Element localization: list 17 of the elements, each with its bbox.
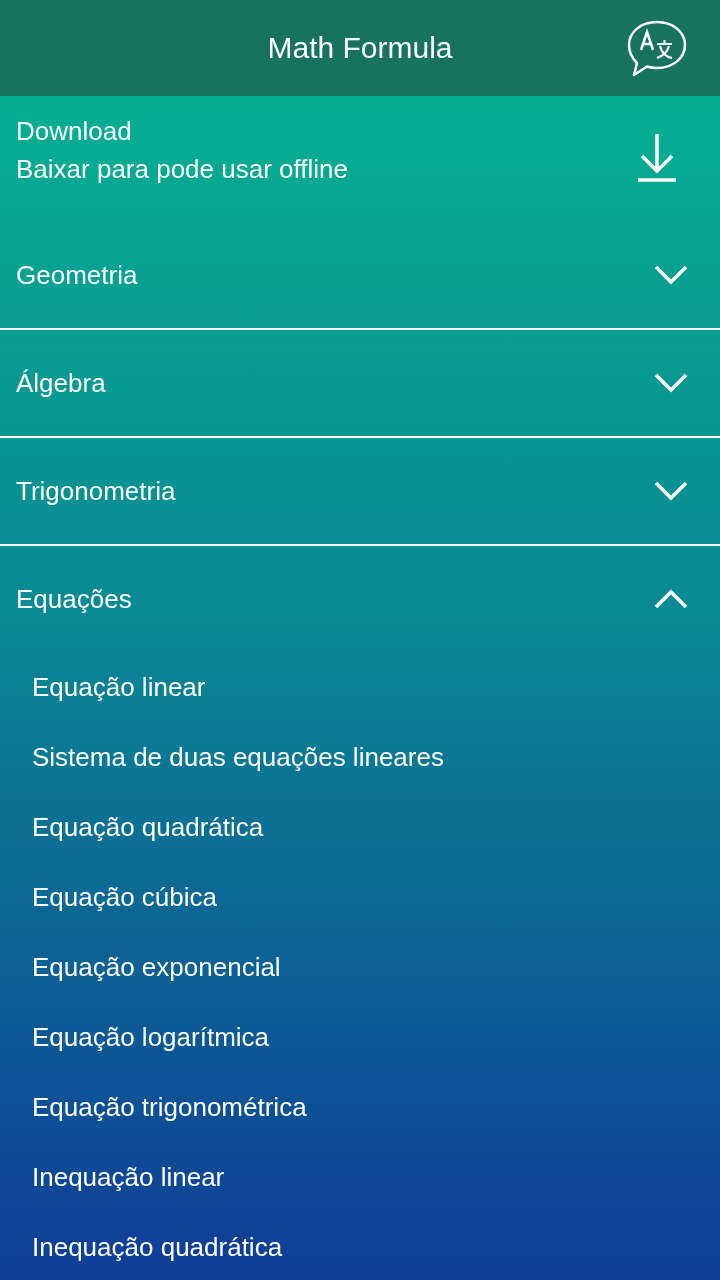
- download-button[interactable]: [638, 134, 676, 182]
- formula-item[interactable]: Inequação linear: [0, 1142, 720, 1212]
- download-subtitle: Baixar para pode usar offline: [16, 154, 348, 184]
- formula-item[interactable]: Equação exponencial: [0, 932, 720, 1002]
- formula-item[interactable]: Equação linear: [0, 652, 720, 722]
- category-header[interactable]: Álgebra: [0, 330, 720, 438]
- formula-item[interactable]: Inequação quadrática: [0, 1212, 720, 1280]
- download-title: Download: [16, 116, 133, 146]
- formula-item[interactable]: Equação cúbica: [0, 862, 720, 932]
- category-header[interactable]: Geometria: [0, 222, 720, 330]
- formula-item[interactable]: Equação logarítmica: [0, 1002, 720, 1072]
- formula-item[interactable]: Equação quadrática: [0, 792, 720, 862]
- formula-item[interactable]: Equação trigonométrica: [0, 1072, 720, 1142]
- app-title: Math Formula: [267, 31, 453, 65]
- category-header[interactable]: Trigonometria: [0, 438, 720, 546]
- category-header[interactable]: Equações: [0, 546, 720, 652]
- formula-item[interactable]: Sistema de duas equações lineares: [0, 722, 720, 792]
